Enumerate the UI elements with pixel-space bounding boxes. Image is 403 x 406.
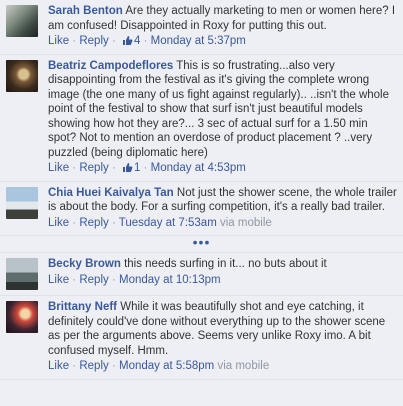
reply-link[interactable]: Reply <box>79 217 108 229</box>
comment-meta: Like · Reply · Monday at 5:58pm via mobi… <box>48 359 397 374</box>
separator: · <box>69 273 80 286</box>
comment-body: Beatriz Campodeflores This is so frustra… <box>48 59 397 176</box>
avatar[interactable] <box>6 5 38 37</box>
reply-link[interactable]: Reply <box>79 162 108 174</box>
reply-link[interactable]: Reply <box>79 35 108 47</box>
comment-timestamp[interactable]: Monday at 10:13pm <box>119 274 221 286</box>
reply-link[interactable]: Reply <box>79 360 108 372</box>
like-link[interactable]: Like <box>48 360 69 372</box>
comment-timestamp[interactable]: Monday at 4:53pm <box>151 162 246 174</box>
comment-via: via mobile <box>217 360 270 372</box>
avatar[interactable] <box>6 186 38 219</box>
avatar[interactable] <box>6 59 38 92</box>
separator: · <box>108 35 119 47</box>
separator: · <box>69 35 80 47</box>
avatar[interactable] <box>6 301 38 333</box>
comment-body: Brittany Neff While it was beautifully s… <box>48 300 397 374</box>
comment: Brittany Neff While it was beautifully s… <box>0 296 403 380</box>
like-link[interactable]: Like <box>48 35 69 47</box>
separator: · <box>140 162 151 174</box>
comment-timestamp[interactable]: Monday at 5:37pm <box>151 35 246 47</box>
separator: · <box>69 162 80 174</box>
separator: · <box>69 216 80 229</box>
like-count-link[interactable]: 4 <box>119 35 140 47</box>
comment-author[interactable]: Chia Huei Kaivalya Tan <box>48 187 174 199</box>
separator: · <box>108 360 119 372</box>
comment-body: Chia Huei Kaivalya Tan Not just the show… <box>48 186 397 231</box>
comment-text: This is so frustrating...also very disap… <box>48 59 389 159</box>
comment-timestamp[interactable]: Monday at 5:58pm <box>119 360 214 372</box>
comment: Chia Huei Kaivalya Tan Not just the show… <box>0 182 403 236</box>
separator: · <box>108 216 119 229</box>
separator: · <box>140 35 151 47</box>
avatar[interactable] <box>6 258 38 290</box>
thumbs-up-icon <box>122 36 133 45</box>
comment-author[interactable]: Becky Brown <box>48 258 121 270</box>
reply-link[interactable]: Reply <box>79 274 108 286</box>
comment-body: Sarah Benton Are they actually marketing… <box>48 4 397 49</box>
comment-body: Becky Brown this needs surfing in it... … <box>48 257 397 290</box>
comment-meta: Like · Reply · 4 · Monday at 5:37pm <box>48 34 397 49</box>
comment-meta: Like · Reply · Tuesday at 7:53am via mob… <box>48 216 397 231</box>
thumbs-up-icon <box>122 163 133 172</box>
separator: · <box>108 273 119 286</box>
comment-meta: Like · Reply · 1 · Monday at 4:53pm <box>48 161 397 176</box>
comment-timestamp[interactable]: Tuesday at 7:53am <box>119 217 217 229</box>
comment-meta: Like · Reply · Monday at 10:13pm <box>48 273 397 288</box>
separator: · <box>108 162 119 174</box>
like-link[interactable]: Like <box>48 274 69 286</box>
like-link[interactable]: Like <box>48 162 69 174</box>
comment-author[interactable]: Beatriz Campodeflores <box>48 60 173 72</box>
comment: Becky Brown this needs surfing in it... … <box>0 253 403 296</box>
comment-text: this needs surfing in it... no buts abou… <box>124 258 327 270</box>
comment-via: via mobile <box>220 216 272 229</box>
comment: Sarah Benton Are they actually marketing… <box>0 0 403 55</box>
comment-list: Sarah Benton Are they actually marketing… <box>0 0 403 380</box>
comment-author[interactable]: Brittany Neff <box>48 301 117 313</box>
more-comments-indicator[interactable]: ••• <box>0 235 403 253</box>
comment: Beatriz Campodeflores This is so frustra… <box>0 55 403 182</box>
comment-author[interactable]: Sarah Benton <box>48 5 123 17</box>
separator: · <box>69 360 80 372</box>
like-link[interactable]: Like <box>48 217 69 229</box>
like-count-link[interactable]: 1 <box>119 162 140 174</box>
